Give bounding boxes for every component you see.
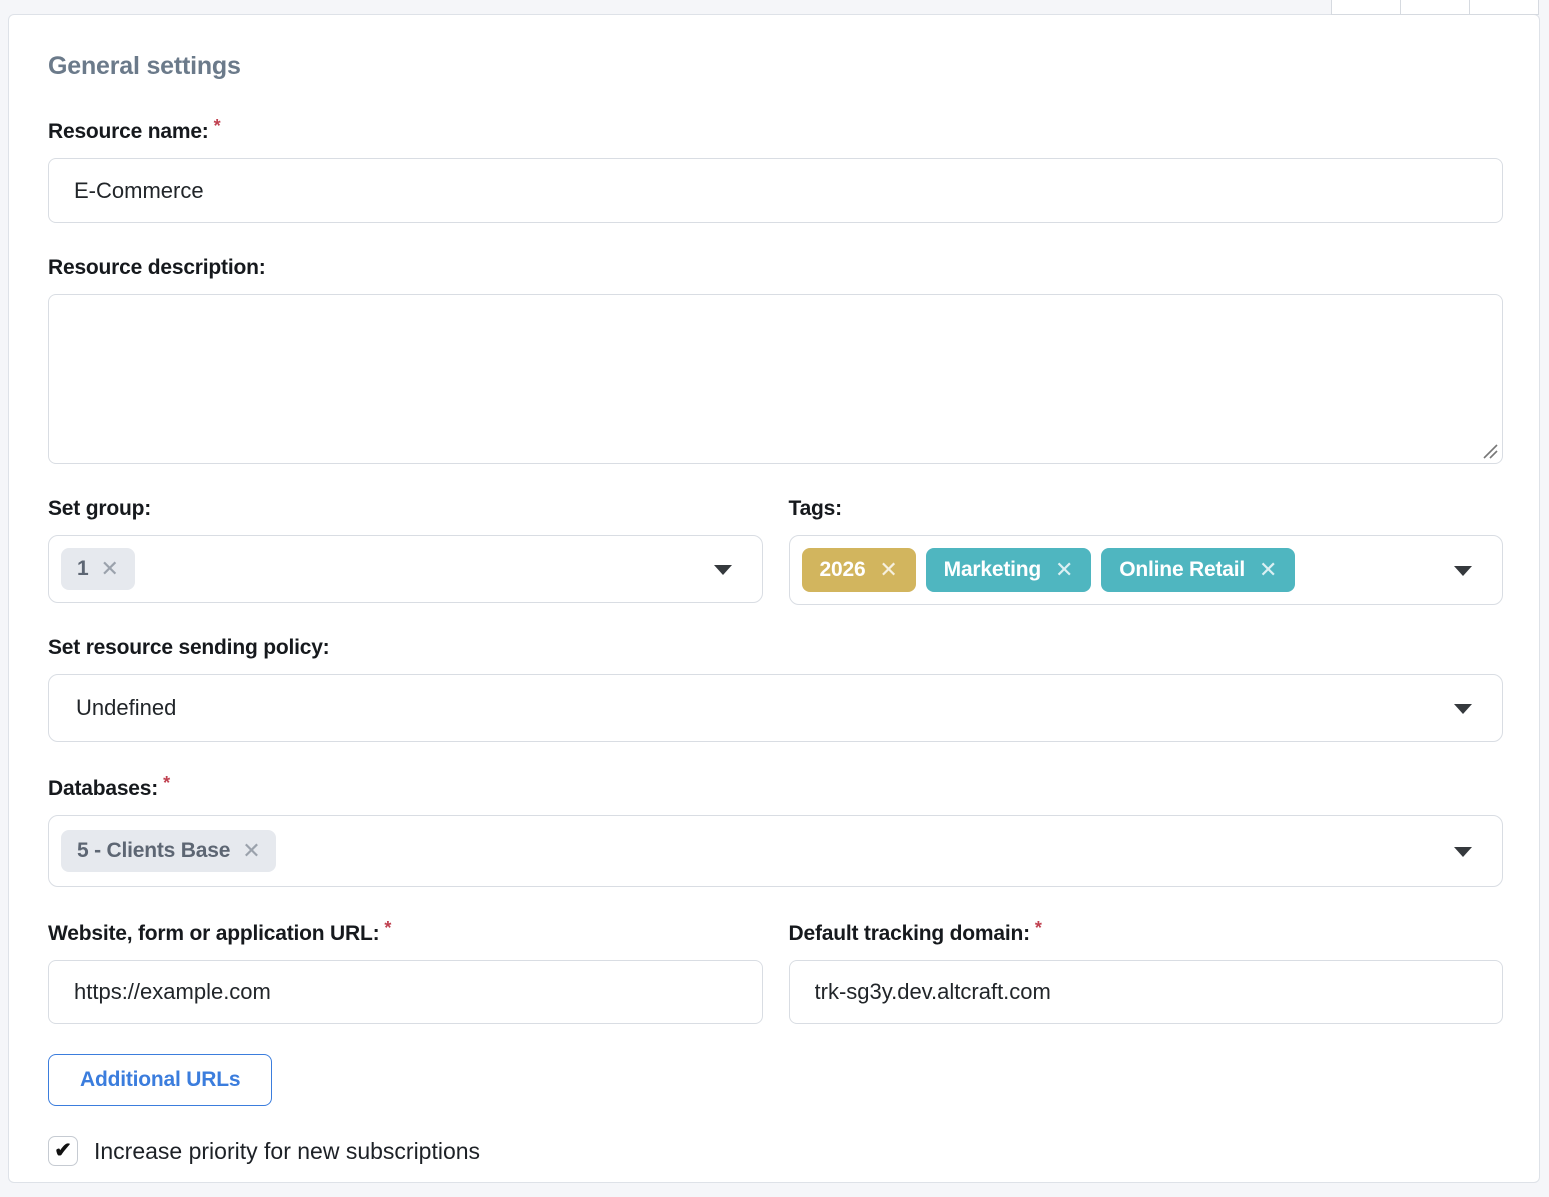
databases-group: Databases:* 5 - Clients Base ✕ (48, 770, 1503, 887)
general-settings-panel: General settings Resource name:* Resourc… (8, 14, 1540, 1183)
urls-row: Website, form or application URL:* Defau… (48, 915, 1503, 1024)
set-group-select[interactable]: 1✕ (48, 535, 763, 603)
toolbar-button[interactable] (1469, 0, 1539, 15)
remove-chip-icon[interactable]: ✕ (100, 556, 118, 582)
priority-checkbox[interactable]: ✔ (48, 1136, 78, 1166)
tag-text: 2026 (820, 558, 866, 582)
priority-checkbox-label: Increase priority for new subscriptions (94, 1138, 480, 1165)
additional-urls-button[interactable]: Additional URLs (48, 1054, 272, 1106)
databases-label: Databases:* (48, 770, 1503, 802)
website-url-input[interactable] (48, 960, 763, 1024)
panel-title: General settings (48, 51, 1503, 81)
additional-urls-group: Additional URLs (48, 1054, 1503, 1106)
resource-name-group: Resource name:* (48, 113, 1503, 223)
remove-tag-icon[interactable]: ✕ (1259, 557, 1277, 583)
priority-checkbox-row: ✔ Increase priority for new subscription… (48, 1136, 1503, 1166)
tags-select[interactable]: 2026 ✕ Marketing ✕ Online Retail ✕ (789, 535, 1504, 605)
databases-select[interactable]: 5 - Clients Base ✕ (48, 815, 1503, 887)
chevron-down-icon (1454, 847, 1472, 857)
website-url-label-text: Website, form or application URL: (48, 922, 379, 945)
tracking-domain-label: Default tracking domain:* (789, 915, 1504, 947)
tag-chip: 2026 ✕ (802, 548, 916, 592)
group-chip: 1✕ (61, 548, 135, 590)
tracking-domain-field: Default tracking domain:* (789, 915, 1504, 1024)
chevron-down-icon (714, 565, 732, 575)
required-asterisk: * (214, 116, 221, 136)
sending-policy-select[interactable]: Undefined (48, 674, 1503, 742)
tags-label: Tags: (789, 496, 1504, 522)
databases-label-text: Databases: (48, 777, 158, 800)
required-asterisk: * (384, 918, 391, 938)
toolbar-button[interactable] (1331, 0, 1401, 15)
tag-text: Online Retail (1119, 558, 1245, 582)
resource-description-wrap (48, 294, 1503, 464)
set-group-field: Set group: 1✕ (48, 496, 763, 605)
set-group-label: Set group: (48, 496, 763, 522)
group-chip-text: 1 (77, 557, 88, 581)
database-chip: 5 - Clients Base ✕ (61, 830, 276, 872)
required-asterisk: * (1035, 918, 1042, 938)
resource-name-input[interactable] (48, 158, 1503, 223)
tag-text: Marketing (944, 558, 1041, 582)
check-icon: ✔ (54, 1140, 72, 1161)
remove-tag-icon[interactable]: ✕ (1055, 557, 1073, 583)
group-tags-row: Set group: 1✕ Tags: 2026✕ Marketing✕ Onl… (48, 496, 1503, 605)
tags-field: Tags: 2026 ✕ Marketing ✕ Online Retail ✕ (789, 496, 1504, 605)
website-url-label: Website, form or application URL:* (48, 915, 763, 947)
top-toolbar (1331, 0, 1539, 15)
tracking-domain-input[interactable] (789, 960, 1504, 1024)
resource-description-group: Resource description: (48, 255, 1503, 464)
resource-description-textarea[interactable] (48, 294, 1503, 464)
sending-policy-group: Set resource sending policy: Undefined (48, 635, 1503, 742)
chevron-down-icon (1454, 566, 1472, 576)
remove-tag-icon[interactable]: ✕ (879, 557, 897, 583)
resource-description-label: Resource description: (48, 255, 1503, 281)
resource-name-label: Resource name:* (48, 113, 1503, 145)
sending-policy-value: Undefined (76, 695, 176, 721)
tracking-domain-label-text: Default tracking domain: (789, 922, 1030, 945)
resource-name-label-text: Resource name: (48, 120, 209, 143)
website-url-field: Website, form or application URL:* (48, 915, 763, 1024)
tag-chip: Marketing ✕ (926, 548, 1092, 592)
chevron-down-icon (1454, 704, 1472, 714)
remove-chip-icon[interactable]: ✕ (242, 838, 260, 864)
required-asterisk: * (163, 773, 170, 793)
database-chip-text: 5 - Clients Base (77, 839, 230, 863)
sending-policy-label: Set resource sending policy: (48, 635, 1503, 661)
toolbar-button[interactable] (1400, 0, 1470, 15)
tag-chip: Online Retail ✕ (1101, 548, 1295, 592)
